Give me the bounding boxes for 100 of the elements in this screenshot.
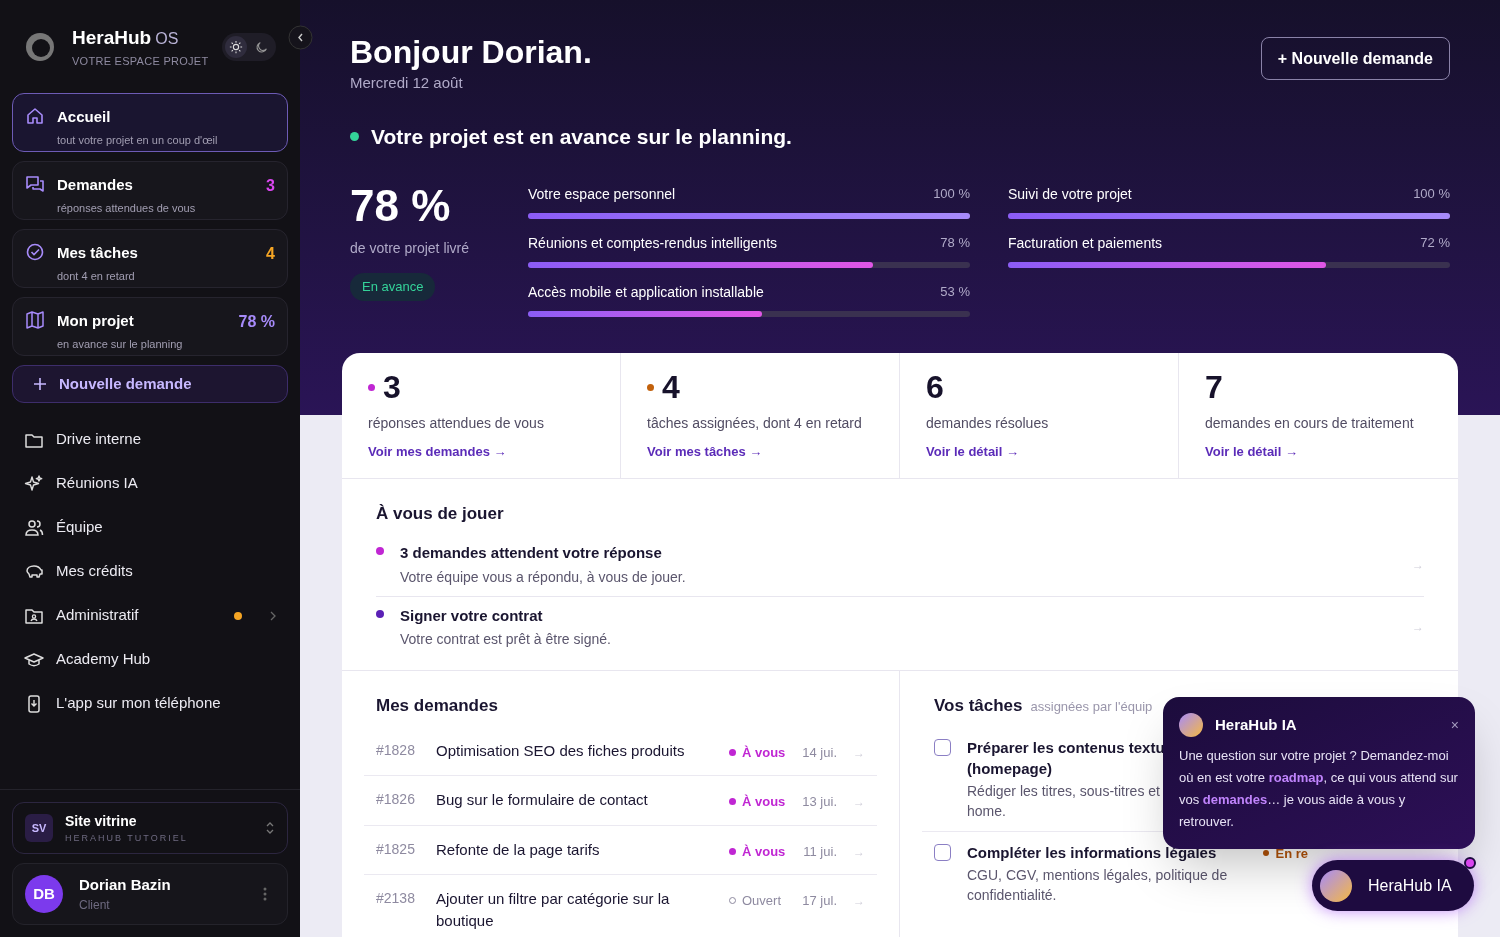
nav-card-subtitle: en avance sur le planning [57, 336, 183, 352]
todo-subtitle: Votre équipe vous a répondu, à vous de jouer. [400, 567, 686, 587]
nav-item[interactable]: Academy Hub [24, 647, 276, 672]
section-subtitle: assignées par l'équip [1030, 698, 1153, 716]
status-badge: En avance [350, 273, 436, 301]
task-description: CGU, CGV, mentions légales, politique de confidentialité. [967, 865, 1228, 905]
arrow-icon: → [1412, 555, 1424, 574]
nav-item[interactable]: Drive interne [24, 427, 276, 452]
nav-card-subtitle: tout votre projet en un coup d'œil [57, 132, 218, 148]
task-title: Compléter les informations légales [967, 842, 1218, 863]
arrow-icon: → [853, 892, 865, 910]
brand-suffix: OS [155, 29, 179, 49]
nav-card-subtitle: réponses attendues de vous [57, 200, 196, 216]
stat-value: 4 [662, 371, 680, 403]
progress-item-label: Accès mobile et application installable [528, 283, 764, 302]
assistant-avatar-icon [1320, 869, 1352, 902]
count-label: 3 [266, 176, 275, 196]
nav-item[interactable]: Équipe [24, 515, 276, 540]
new-request-button[interactable]: + Nouvelle demande [1260, 37, 1450, 80]
nav-card[interactable]: Mon projet en avance sur le planning 78 % [12, 297, 288, 356]
greeting-title: Bonjour Dorian. [350, 33, 592, 72]
notification-ring-icon [1464, 857, 1476, 869]
progress-reading: 53 % [940, 283, 970, 301]
todo-title: Signer votre contrat [400, 605, 544, 626]
light-mode-button[interactable] [225, 35, 247, 58]
task-checkbox[interactable] [934, 738, 951, 756]
todo-subtitle: Votre contrat est prêt à être signé. [400, 630, 611, 649]
progress-reading: 72 % [1420, 234, 1450, 252]
logo-icon [24, 30, 56, 63]
progress-label: de votre projet livré [350, 239, 471, 258]
nav-item[interactable]: Mes crédits [24, 559, 276, 584]
close-button[interactable]: × [1450, 714, 1459, 736]
request-title: Refonte de la page tarifs [436, 839, 601, 860]
task-checkbox[interactable] [934, 843, 951, 861]
request-date: 11 jui. [802, 842, 837, 861]
nav-card-subtitle: dont 4 en retard [57, 268, 136, 284]
arrow-icon: → [853, 743, 865, 762]
progress-item-label: Votre espace personnel [528, 185, 676, 204]
nav-card-title: Accueil [57, 107, 112, 127]
request-title: Bug sur le formulaire de contact [436, 790, 649, 810]
assistant-message: Une question sur votre projet ? Demandez-moi où en est votre roadmap, ce qui vous attend sur vos demandes… je vous aide à vous y retrouver. [1179, 747, 1459, 831]
arrow-icon: → [853, 842, 865, 861]
todo-item[interactable]: Signer votre contrat Votre contrat est prêt à être signé. → [376, 596, 1424, 658]
count-label: 4 [266, 244, 275, 264]
section-title: À vous de jouer [376, 502, 505, 525]
chevron-right-icon [270, 610, 276, 621]
assistant-avatar-icon [1179, 713, 1203, 737]
request-row[interactable]: #1826 Bug sur le formulaire de contact À vous 13 jui. → [364, 776, 877, 826]
nav-item[interactable]: Réunions IA [24, 471, 276, 496]
status-text: Votre projet est en avance sur le planning. [371, 123, 792, 150]
nav-card[interactable]: Demandes réponses attendues de vous 3 [12, 161, 288, 220]
request-row[interactable]: #2138 Ajouter un filtre par catégorie sur la boutique Ouvert 17 jul. → [364, 875, 877, 937]
nav-card[interactable]: Accueil tout votre projet en un coup d'œil [12, 93, 288, 152]
workspace-avatar: SV [25, 814, 53, 842]
progress-item-label: Facturation et paiements [1008, 234, 1163, 253]
user-name: Dorian Bazin [79, 874, 171, 895]
request-date: 13 jui. [801, 793, 837, 811]
new-request-button[interactable]: Nouvelle demande [12, 365, 288, 403]
detail-link[interactable]: Voir mes demandes → [368, 442, 507, 462]
user-card[interactable]: DB Dorian Bazin Client [12, 863, 288, 925]
progress-reading: 100 % [933, 185, 970, 203]
status-label: Ouvert [729, 891, 793, 911]
request-id: #1825 [376, 839, 416, 859]
stat-value: 3 [383, 371, 401, 403]
todo-title: 3 demandes attendent votre réponse [400, 543, 663, 563]
detail-link[interactable]: Voir mes tâches → [647, 442, 763, 462]
detail-link[interactable]: Voir le détail → [926, 442, 1019, 462]
request-row[interactable]: #1825 Refonte de la page tarifs À vous 11 jui. → [364, 825, 877, 875]
progress-percentage: 78 % [350, 184, 452, 228]
more-icon[interactable] [263, 887, 267, 901]
assistant-button[interactable]: HeraHub IA [1312, 860, 1474, 911]
request-date: 14 jui. [801, 743, 837, 762]
brand-tagline: VOTRE ESPACE PROJET [72, 53, 209, 69]
home-icon [25, 106, 45, 126]
request-title: Optimisation SEO des fiches produits [436, 740, 686, 761]
progress-reading: 78 % [940, 234, 970, 252]
progress-item-label: Suivi de votre projet [1008, 185, 1132, 204]
stat-value: 7 [1205, 371, 1223, 403]
request-row[interactable]: #1828 Optimisation SEO des fiches produits À vous 14 jui. → [364, 726, 877, 776]
users-icon [24, 517, 44, 538]
stat-value: 6 [926, 371, 944, 403]
nav-item[interactable]: Administratif [24, 603, 276, 628]
request-title: Ajouter un filtre par catégorie sur la boutique [436, 889, 671, 931]
nav-card[interactable]: Mes tâches dont 4 en retard 4 [12, 229, 288, 288]
detail-link[interactable]: Voir le détail → [1205, 442, 1298, 462]
collapse-sidebar-icon[interactable] [288, 25, 313, 50]
workspace-subtitle: HERAHUB TUTORIEL [65, 831, 188, 845]
status-label: À vous [729, 742, 793, 762]
workspace-switcher[interactable]: SV Site vitrine HERAHUB TUTORIEL [12, 802, 288, 854]
user-avatar: DB [25, 875, 63, 913]
status-label: À vous [729, 792, 793, 812]
stat-label: demandes résolues [926, 414, 1050, 433]
stat-label: tâches assignées, dont 4 en retard [647, 414, 863, 433]
todo-item[interactable]: 3 demandes attendent votre réponse Votre équipe vous a répondu, à vous de jouer. → [376, 534, 1424, 597]
nav-item[interactable]: L'app sur mon téléphone [24, 691, 276, 716]
arrow-icon: → [1412, 618, 1424, 637]
request-id: #2138 [376, 889, 416, 908]
stat-label: réponses attendues de vous [368, 414, 545, 433]
chat-icon [25, 174, 45, 194]
map-icon [25, 310, 45, 330]
